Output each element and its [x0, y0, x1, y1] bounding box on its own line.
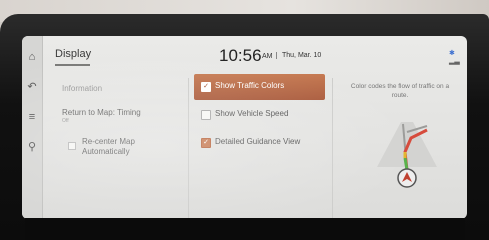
option-description: Color codes the flow of traffic on a rou… — [340, 82, 460, 100]
description-line2: route. — [391, 92, 409, 99]
back-icon[interactable]: ↶ — [25, 80, 39, 94]
recenter-checkbox[interactable] — [68, 142, 76, 150]
checkbox-checked-icon[interactable]: ✓ — [201, 138, 211, 148]
menu-item-recenter-map-line2: Automatically — [82, 147, 130, 156]
option-show-vehicle-speed[interactable]: Show Vehicle Speed — [194, 102, 325, 128]
column-divider-left — [188, 78, 189, 219]
home-icon[interactable]: ⌂ — [25, 50, 39, 64]
menu-item-information[interactable]: Information — [62, 84, 102, 93]
title-underline — [55, 64, 90, 66]
dashboard-lower-trim — [25, 218, 465, 240]
description-line1: Color codes the flow of traffic on a — [350, 83, 450, 90]
signal-icon: ▂▃ — [449, 58, 460, 65]
menu-icon[interactable]: ≡ — [25, 110, 39, 124]
option-label: Show Traffic Colors — [215, 81, 285, 90]
return-to-map-value: Off — [62, 118, 69, 124]
route-green-segment — [403, 157, 409, 171]
option-show-traffic-colors[interactable]: ✓ Show Traffic Colors — [194, 74, 325, 100]
side-rail: ⌂ ↶ ≡ ⚲ — [22, 36, 43, 219]
traffic-route-illustration — [377, 122, 437, 188]
option-label: Detailed Guidance View — [215, 137, 301, 146]
clock-date: Thu, Mar. 10 — [276, 52, 321, 59]
checkbox-checked-icon[interactable]: ✓ — [201, 82, 211, 92]
column-divider-right — [332, 78, 333, 219]
option-detailed-guidance-view[interactable]: ✓ Detailed Guidance View — [194, 130, 325, 156]
clock-ampm: AM — [262, 53, 273, 60]
menu-item-return-to-map-timing[interactable]: Return to Map: Timing — [62, 108, 141, 117]
infotainment-screen: ⌂ ↶ ≡ ⚲ Display 10:56 AM Thu, Mar. 10 ✱ … — [22, 36, 467, 219]
option-label: Show Vehicle Speed — [215, 109, 289, 118]
bluetooth-icon: ✱ — [449, 50, 455, 57]
menu-item-recenter-map[interactable]: Re-center Map — [82, 137, 135, 146]
clock-time: 10:56 — [219, 46, 262, 65]
status-icons: ✱ ▂▃ — [449, 49, 467, 65]
search-icon[interactable]: ⚲ — [25, 140, 39, 154]
checkbox-unchecked-icon[interactable] — [201, 110, 211, 120]
page-title: Display — [55, 48, 92, 60]
